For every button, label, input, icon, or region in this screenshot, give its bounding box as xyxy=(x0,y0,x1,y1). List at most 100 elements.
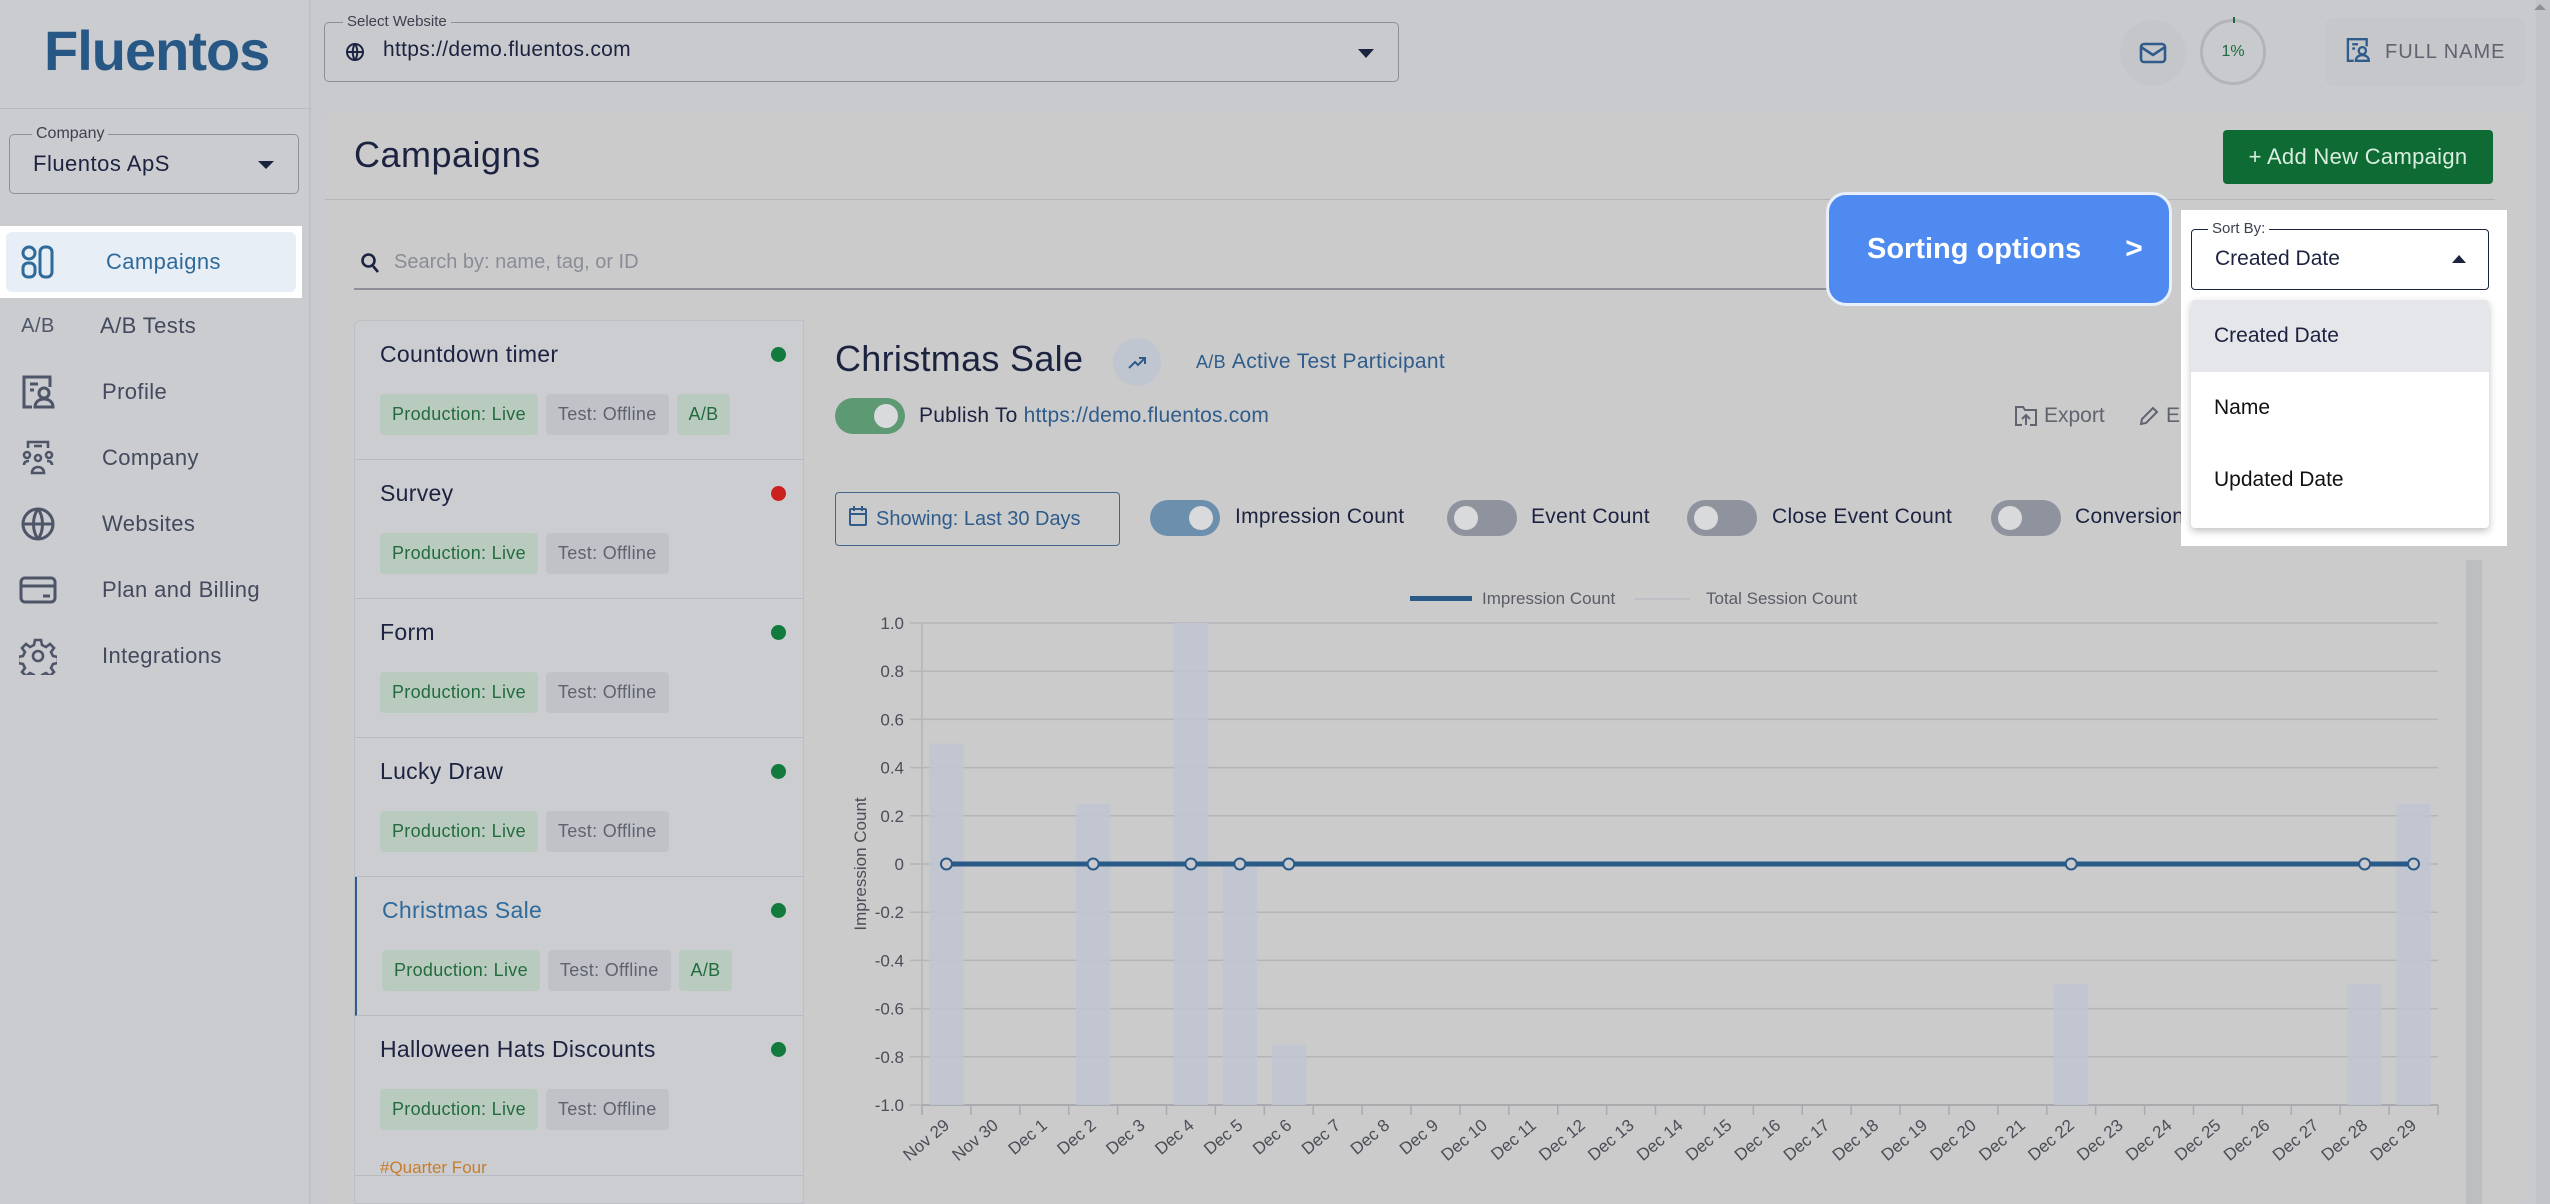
trending-up-icon xyxy=(1128,357,1146,369)
toggle-knob xyxy=(874,404,898,428)
sidebar-item-label: Company xyxy=(102,445,199,470)
publish-url-link[interactable]: https://demo.fluentos.com xyxy=(1024,404,1269,427)
bar-total-session-count xyxy=(1222,864,1257,1105)
point-impression-count xyxy=(1282,857,1296,871)
campaign-item[interactable]: Countdown timer Production: Live Test: O… xyxy=(355,321,803,460)
sidebar-item-websites[interactable]: Websites xyxy=(6,494,296,554)
bar-total-session-count xyxy=(929,743,964,1105)
ab-badge: A/B xyxy=(678,950,733,991)
toggle-knob xyxy=(1998,506,2022,530)
status-dot xyxy=(771,764,786,779)
globe-icon xyxy=(345,42,365,67)
add-new-campaign-button[interactable]: + Add New Campaign xyxy=(2223,130,2493,184)
date-range-button[interactable]: Showing: Last 30 Days xyxy=(835,492,1120,546)
sort-by-label: Sort By: xyxy=(2208,220,2270,237)
campaign-list: Countdown timer Production: Live Test: O… xyxy=(354,320,804,1204)
mail-button[interactable] xyxy=(2120,20,2186,86)
tour-callout[interactable]: Sorting options > xyxy=(1826,192,2172,306)
conversion-toggle[interactable] xyxy=(1991,500,2061,536)
website-select[interactable]: Select Website https://demo.fluentos.com xyxy=(324,13,1399,82)
analytics-button[interactable] xyxy=(1113,338,1161,386)
x-tick-label: Nov 29 xyxy=(900,1116,953,1165)
calendar-icon xyxy=(848,505,868,533)
bar-total-session-count xyxy=(2347,984,2382,1105)
page-scrollbar[interactable] xyxy=(2536,0,2550,1204)
publish-toggle[interactable] xyxy=(835,398,905,434)
sidebar-item-plan-billing[interactable]: Plan and Billing xyxy=(6,560,296,620)
campaign-item[interactable]: Form Production: Live Test: Offline xyxy=(355,599,803,738)
x-tick-label: Dec 17 xyxy=(1780,1116,1833,1165)
x-tick-label: Nov 30 xyxy=(948,1116,1001,1165)
event-count-label: Event Count xyxy=(1531,505,1650,528)
x-tick-label: Dec 22 xyxy=(2024,1116,2077,1165)
publish-label: Publish To https://demo.fluentos.com xyxy=(919,404,1269,428)
test-status-badge: Test: Offline xyxy=(545,811,669,852)
sidebar: Fluentos Company Fluentos ApS Campaigns … xyxy=(0,0,311,1204)
campaign-name: Form xyxy=(380,619,435,645)
sidebar-item-profile[interactable]: Profile xyxy=(6,362,296,422)
campaign-tag[interactable]: #Quarter Four xyxy=(380,1158,487,1178)
user-menu-button[interactable]: FULL NAME xyxy=(2325,18,2525,86)
usage-progress[interactable]: 1% xyxy=(2200,17,2266,85)
x-tick-label: Dec 10 xyxy=(1437,1116,1490,1165)
sidebar-item-company[interactable]: Company xyxy=(6,428,296,488)
test-status-badge: Test: Offline xyxy=(545,394,669,435)
campaign-item[interactable]: Lucky Draw Production: Live Test: Offlin… xyxy=(355,738,803,877)
sidebar-item-label: Plan and Billing xyxy=(102,577,261,602)
scroll-up-icon[interactable] xyxy=(2534,4,2546,10)
sort-option-updated-date[interactable]: Updated Date xyxy=(2191,444,2489,516)
ab-tests-icon: A/B xyxy=(21,314,55,337)
campaign-name: Lucky Draw xyxy=(380,758,504,784)
progress-value: 1% xyxy=(2221,43,2245,60)
x-tick-label: Dec 23 xyxy=(2073,1116,2126,1165)
x-tick-label: Dec 25 xyxy=(2171,1116,2224,1165)
x-tick-label: Dec 19 xyxy=(1878,1116,1931,1165)
sidebar-item-ab-tests[interactable]: A/B A/B Tests xyxy=(6,296,296,356)
sidebar-item-campaigns[interactable]: Campaigns xyxy=(6,232,296,292)
sort-option-created-date[interactable]: Created Date xyxy=(2191,300,2489,372)
y-tick-label: 0.2 xyxy=(880,807,904,826)
x-tick-label: Dec 12 xyxy=(1535,1116,1588,1165)
campaign-item[interactable]: Halloween Hats Discounts Production: Liv… xyxy=(355,1016,803,1178)
company-icon xyxy=(18,438,58,478)
point-impression-count xyxy=(2358,857,2372,871)
callout-next-arrow[interactable]: > xyxy=(2125,232,2143,266)
x-tick-label: Dec 9 xyxy=(1396,1116,1442,1159)
company-select[interactable]: Company Fluentos ApS xyxy=(9,125,299,194)
progress-indicator xyxy=(2233,17,2235,23)
campaign-name: Survey xyxy=(380,480,454,506)
company-select-value: Fluentos ApS xyxy=(33,151,170,176)
export-button[interactable]: Export xyxy=(2014,404,2105,428)
logo[interactable]: Fluentos xyxy=(44,18,270,83)
production-status-badge: Production: Live xyxy=(380,672,538,713)
ab-icon: A/B xyxy=(1196,352,1226,372)
campaign-item-selected[interactable]: Christmas Sale Production: Live Test: Of… xyxy=(355,877,803,1016)
x-tick-label: Dec 28 xyxy=(2318,1116,2371,1165)
close-event-count-toggle[interactable] xyxy=(1687,500,1757,536)
campaign-name: Christmas Sale xyxy=(382,897,543,923)
y-tick-label: -0.8 xyxy=(875,1048,904,1067)
point-impression-count xyxy=(939,857,953,871)
profile-icon xyxy=(2345,36,2371,69)
toggle-knob xyxy=(1454,506,1478,530)
y-tick-label: -1.0 xyxy=(875,1096,904,1115)
bar-total-session-count xyxy=(2396,803,2431,1105)
pencil-icon xyxy=(2139,406,2159,426)
status-dot xyxy=(771,347,786,362)
search-input[interactable]: Search by: name, tag, or ID xyxy=(354,240,1834,290)
sort-by-select[interactable]: Sort By: Created Date xyxy=(2191,220,2489,290)
test-status-badge: Test: Offline xyxy=(545,1089,669,1130)
sort-option-name[interactable]: Name xyxy=(2191,372,2489,444)
test-status-badge: Test: Offline xyxy=(547,950,671,991)
detail-scrollbar[interactable] xyxy=(2466,560,2482,1204)
x-tick-label: Dec 15 xyxy=(1682,1116,1735,1165)
campaigns-icon xyxy=(18,242,58,282)
search-placeholder: Search by: name, tag, or ID xyxy=(394,251,639,273)
bar-total-session-count xyxy=(1076,803,1111,1105)
sidebar-item-integrations[interactable]: Integrations xyxy=(6,626,296,686)
status-dot xyxy=(771,486,786,501)
event-count-toggle[interactable] xyxy=(1447,500,1517,536)
impression-count-toggle[interactable] xyxy=(1150,500,1220,536)
campaign-item[interactable]: Survey Production: Live Test: Offline xyxy=(355,460,803,599)
y-tick-label: 0 xyxy=(895,855,904,874)
